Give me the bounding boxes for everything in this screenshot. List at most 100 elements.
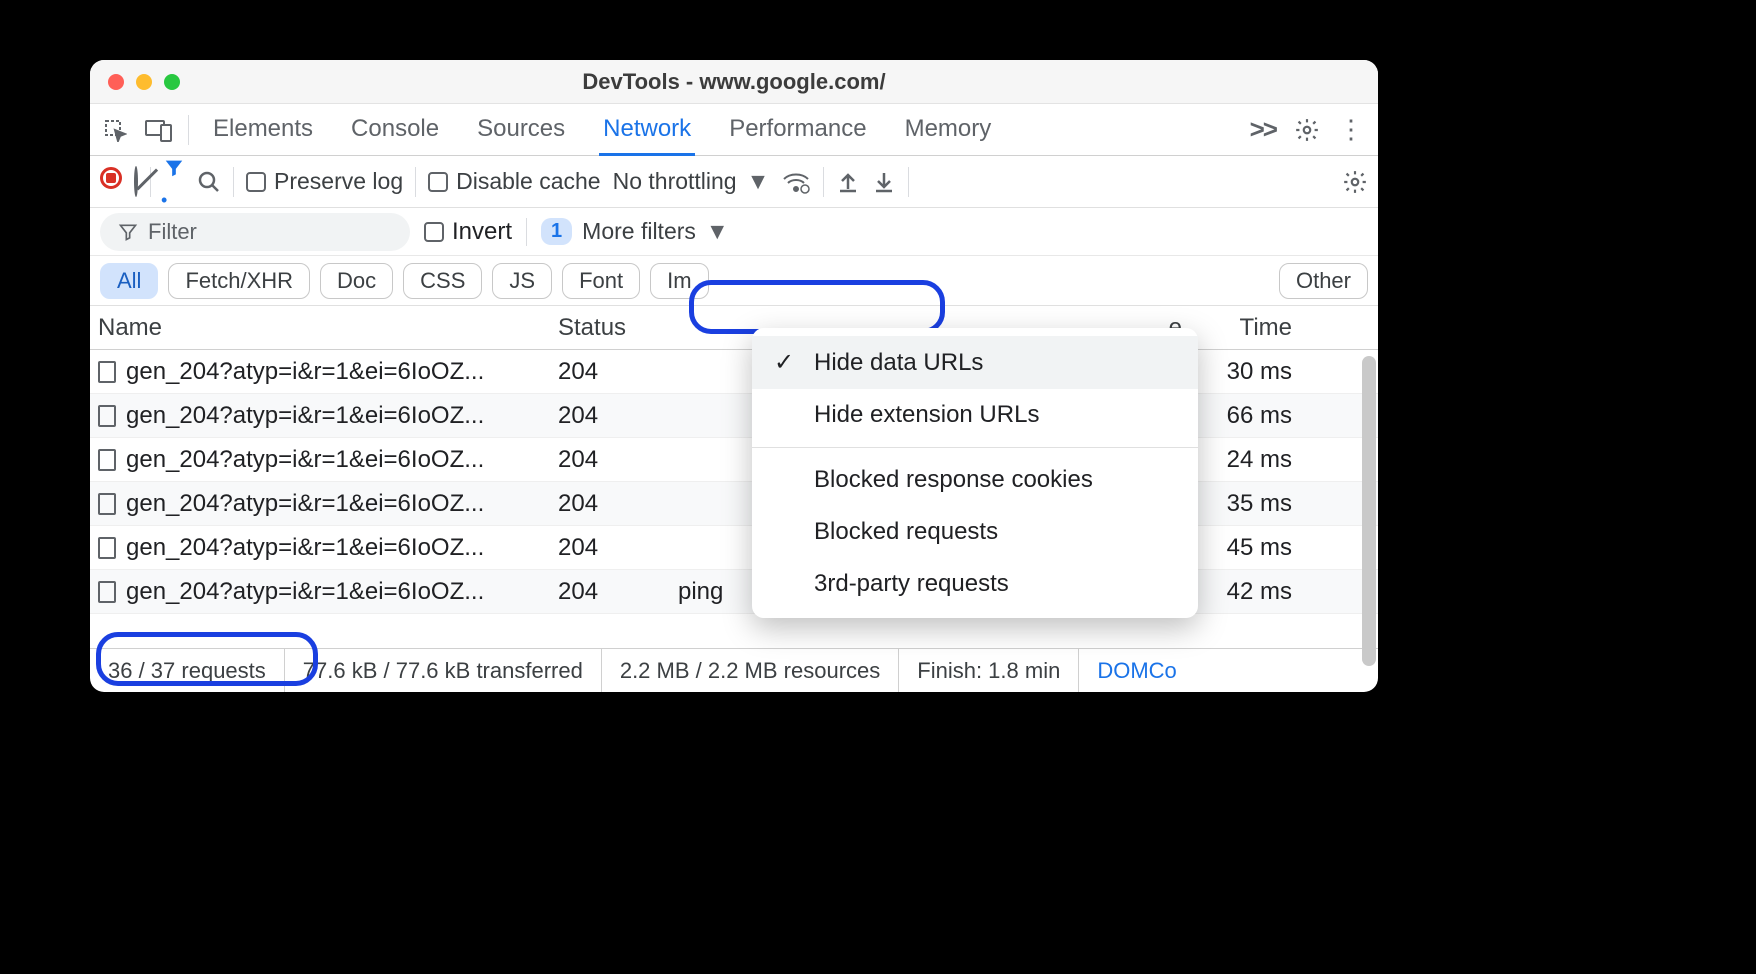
upload-har-icon[interactable]: [836, 169, 860, 195]
more-filters-label: More filters: [582, 218, 696, 245]
checkbox-icon: [428, 172, 448, 192]
checkbox-icon: [424, 222, 444, 242]
throttling-value: No throttling: [613, 168, 737, 195]
more-filters-menu: ✓ Hide data URLs Hide extension URLs Blo…: [752, 328, 1198, 618]
tab-sources[interactable]: Sources: [473, 103, 569, 156]
panel-tabs: Elements Console Sources Network Perform…: [209, 103, 1236, 156]
file-icon: [98, 493, 116, 515]
menu-3rd-party-requests[interactable]: 3rd-party requests: [752, 558, 1198, 610]
network-toolbar: Preserve log Disable cache No throttling…: [90, 156, 1378, 208]
tab-memory[interactable]: Memory: [901, 103, 996, 156]
request-time: 66 ms: [1190, 402, 1300, 430]
menu-hide-extension-urls[interactable]: Hide extension URLs: [752, 389, 1198, 441]
settings-icon[interactable]: [1294, 117, 1320, 143]
search-icon[interactable]: [197, 170, 221, 194]
divider: [823, 167, 824, 197]
disable-cache-label: Disable cache: [456, 168, 600, 195]
check-icon: ✓: [774, 348, 798, 377]
pill-css[interactable]: CSS: [403, 263, 482, 299]
network-conditions-icon[interactable]: [781, 169, 811, 195]
clear-button[interactable]: [134, 168, 138, 196]
status-resources: 2.2 MB / 2.2 MB resources: [602, 649, 899, 692]
request-status: 204: [550, 534, 670, 562]
filter-toggle-icon[interactable]: [163, 157, 185, 207]
request-name: gen_204?atyp=i&r=1&ei=6IoOZ...: [126, 446, 484, 474]
menu-item-label: Blocked response cookies: [814, 466, 1093, 494]
preserve-log-label: Preserve log: [274, 168, 403, 195]
pill-img[interactable]: Im: [650, 263, 708, 299]
request-time: 35 ms: [1190, 490, 1300, 518]
preserve-log-checkbox[interactable]: Preserve log: [246, 168, 403, 195]
window-titlebar: DevTools - www.google.com/: [90, 60, 1378, 104]
request-name: gen_204?atyp=i&r=1&ei=6IoOZ...: [126, 534, 484, 562]
status-bar: 36 / 37 requests 77.6 kB / 77.6 kB trans…: [90, 648, 1378, 692]
divider: [150, 167, 151, 197]
col-status[interactable]: Status: [550, 314, 670, 342]
filter-count-badge: 1: [541, 218, 572, 245]
menu-item-label: Hide data URLs: [814, 349, 983, 377]
window-title: DevTools - www.google.com/: [90, 69, 1378, 95]
tab-network[interactable]: Network: [599, 103, 695, 156]
scrollbar[interactable]: [1362, 356, 1376, 666]
pill-font[interactable]: Font: [562, 263, 640, 299]
download-har-icon[interactable]: [872, 169, 896, 195]
request-time: 45 ms: [1190, 534, 1300, 562]
divider: [188, 115, 189, 145]
request-name: gen_204?atyp=i&r=1&ei=6IoOZ...: [126, 402, 484, 430]
request-status: 204: [550, 446, 670, 474]
col-time[interactable]: Time: [1190, 314, 1300, 342]
file-icon: [98, 537, 116, 559]
status-transferred: 77.6 kB / 77.6 kB transferred: [285, 649, 602, 692]
divider: [415, 167, 416, 197]
menu-separator: [752, 447, 1198, 448]
tab-elements[interactable]: Elements: [209, 103, 317, 156]
network-settings-icon[interactable]: [1342, 169, 1368, 195]
pill-js[interactable]: JS: [492, 263, 552, 299]
filter-input[interactable]: Filter: [100, 213, 410, 251]
pill-all[interactable]: All: [100, 263, 158, 299]
menu-item-label: Hide extension URLs: [814, 401, 1039, 429]
request-name: gen_204?atyp=i&r=1&ei=6IoOZ...: [126, 578, 484, 606]
menu-hide-data-urls[interactable]: ✓ Hide data URLs: [752, 336, 1198, 389]
status-requests: 36 / 37 requests: [90, 649, 285, 692]
pill-other[interactable]: Other: [1279, 263, 1368, 299]
disable-cache-checkbox[interactable]: Disable cache: [428, 168, 600, 195]
tab-performance[interactable]: Performance: [725, 103, 870, 156]
invert-checkbox[interactable]: Invert: [424, 218, 512, 246]
request-status: 204: [550, 490, 670, 518]
more-filters-dropdown[interactable]: 1 More filters ▼: [541, 218, 729, 245]
checkbox-icon: [246, 172, 266, 192]
file-icon: [98, 581, 116, 603]
request-time: 30 ms: [1190, 358, 1300, 386]
inspect-element-icon[interactable]: [100, 115, 130, 145]
pill-fetch-xhr[interactable]: Fetch/XHR: [168, 263, 310, 299]
menu-blocked-response-cookies[interactable]: Blocked response cookies: [752, 454, 1198, 506]
divider: [526, 218, 527, 246]
chevron-down-icon: ▼: [706, 218, 729, 245]
col-name[interactable]: Name: [90, 314, 550, 342]
menu-item-label: Blocked requests: [814, 518, 998, 546]
request-type-pills: All Fetch/XHR Doc CSS JS Font Im Other: [90, 256, 1378, 306]
request-name: gen_204?atyp=i&r=1&ei=6IoOZ...: [126, 490, 484, 518]
menu-item-label: 3rd-party requests: [814, 570, 1009, 598]
request-status: 204: [550, 358, 670, 386]
request-status: 204: [550, 578, 670, 606]
more-tabs-icon[interactable]: >>: [1250, 114, 1276, 145]
device-toolbar-icon[interactable]: [144, 115, 174, 145]
divider: [908, 167, 909, 197]
invert-label: Invert: [452, 218, 512, 246]
menu-blocked-requests[interactable]: Blocked requests: [752, 506, 1198, 558]
request-status: 204: [550, 402, 670, 430]
kebab-menu-icon[interactable]: ⋮: [1338, 114, 1364, 145]
tab-console[interactable]: Console: [347, 103, 443, 156]
file-icon: [98, 361, 116, 383]
request-time: 42 ms: [1190, 578, 1300, 606]
record-button[interactable]: [100, 167, 122, 196]
pill-doc[interactable]: Doc: [320, 263, 393, 299]
chevron-down-icon: ▼: [747, 168, 770, 195]
throttling-select[interactable]: No throttling ▼: [613, 168, 770, 195]
divider: [233, 167, 234, 197]
request-time: 24 ms: [1190, 446, 1300, 474]
filter-bar: Filter Invert 1 More filters ▼: [90, 208, 1378, 256]
main-tabbar: Elements Console Sources Network Perform…: [90, 104, 1378, 156]
